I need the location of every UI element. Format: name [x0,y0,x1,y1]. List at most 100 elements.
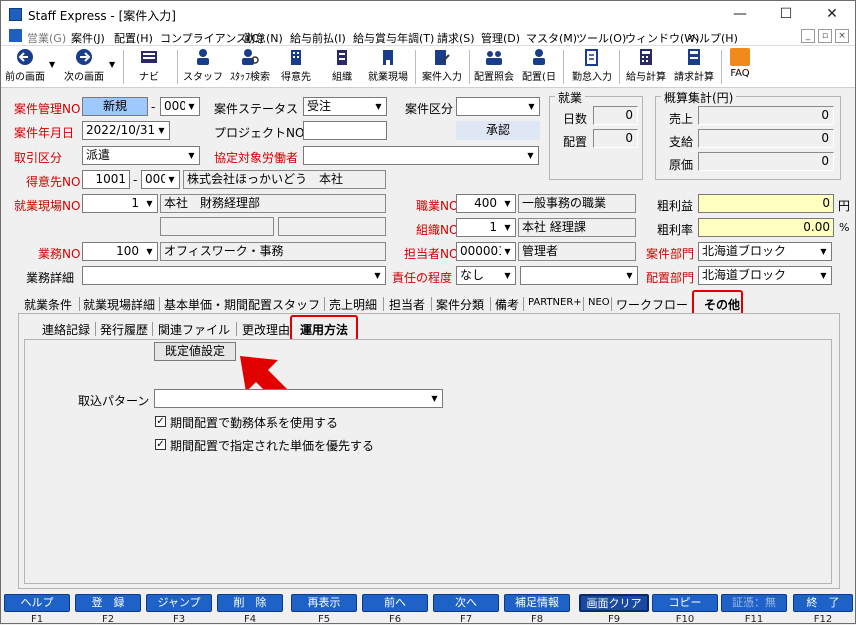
arrow-left-icon [17,49,33,65]
trade-select[interactable]: 派遣 ▼ [82,146,200,165]
f3-jump-button[interactable]: ジャンプ [146,594,212,612]
menu-salary[interactable]: 給与賞与年調(T) [353,30,434,46]
case-status-select[interactable]: 受注 ▼ [303,97,387,116]
work-detail-select[interactable]: ▼ [82,266,386,285]
job-no-select[interactable]: 400 ▼ [456,194,516,213]
customer-button[interactable]: 得意先 [277,48,315,86]
case-mgmt-field[interactable]: 新規 [82,97,148,116]
work-no-select[interactable]: 100 ▼ [82,242,158,261]
menu-case[interactable]: 案件(J) [71,30,105,46]
mdi-restore-icon[interactable]: ▫ [818,29,832,43]
tab-sales-detail[interactable]: 売上明細 [329,296,377,313]
menu-billing[interactable]: 請求(S) [437,30,475,46]
responsibility-value: なし [460,268,485,282]
f4-key-label: F4 [243,614,257,625]
staff-button[interactable]: スタッフ [183,48,223,86]
menu-attendance[interactable]: 勤怠(N) [244,30,283,46]
f5-refresh-button[interactable]: 再表示 [291,594,357,612]
customer-sub-select[interactable]: 000 ▼ [141,170,180,189]
case-mgmt-sub-select[interactable]: 000 ▼ [160,97,200,116]
menu-sales[interactable]: 営業(G) [27,30,66,46]
assign-dept-select[interactable]: 北海道ブロック ▼ [698,266,832,285]
payroll-button[interactable]: 給与計算 [623,48,669,86]
default-settings-button[interactable]: 既定値設定 [154,342,236,361]
back-dropdown-icon[interactable]: ▼ [49,60,55,69]
mdi-close-icon[interactable]: × [835,29,849,43]
person-no-select[interactable]: 000001 ▼ [456,242,516,261]
tab-work-conditions[interactable]: 就業条件 [24,296,72,313]
forward-dropdown-icon[interactable]: ▼ [109,60,115,69]
tab-partner[interactable]: PARTNER+ [528,297,582,308]
responsibility-select[interactable]: なし ▼ [456,266,516,285]
tab-separator [490,297,491,311]
assign-inquiry-button[interactable]: 配置照会 [473,48,515,86]
menu-help[interactable]: ヘルプ(H) [688,30,738,46]
subtab-renewal-reason[interactable]: 更改理由 [242,321,290,338]
staff-search-button[interactable]: ｽﾀｯﾌ検索 [227,48,273,86]
case-dept-select[interactable]: 北海道ブロック ▼ [698,242,832,261]
tab-case-class[interactable]: 案件分類 [436,296,484,313]
site-name-field: 本社 財務経理部 [160,194,386,213]
toolbar-separator [415,50,416,84]
window-title: Staff Express - [案件入力] [28,9,176,23]
maximize-icon[interactable]: ☐ [763,1,809,27]
organization-button[interactable]: 組織 [323,48,361,86]
sales-label: 売上 [669,112,694,126]
close-icon[interactable]: ✕ [809,1,855,27]
subtab-issue-history[interactable]: 発行履歴 [100,321,148,338]
f2-register-button[interactable]: 登 録 [75,594,141,612]
customer-name-field: 株式会社ほっかいどう 本社 [183,170,386,189]
import-pattern-select[interactable]: ▼ [154,389,443,408]
faq-button[interactable]: FAQ [725,48,755,86]
f11-evidence-button[interactable]: 証憑：無 [721,594,787,612]
f9-clear-button[interactable]: 画面クリア [579,594,649,612]
subtab-related-files[interactable]: 関連ファイル [158,321,230,338]
case-category-select[interactable]: ▼ [456,97,540,116]
subtab-contact-log[interactable]: 連絡記録 [42,321,90,338]
mdi-minimize-icon[interactable]: _ [801,29,815,43]
billing-calc-button[interactable]: 請求計算 [671,48,717,86]
case-entry-button[interactable]: 案件入力 [419,48,465,86]
tab-base-price[interactable]: 基本単価・期間配置スタッフ [164,296,320,313]
f12-exit-button[interactable]: 終 了 [793,594,853,612]
org-no-select[interactable]: 1 ▼ [456,218,516,237]
tab-separator [236,322,237,336]
tab-neo[interactable]: NEO [588,297,610,308]
agreement-select[interactable]: ▼ [303,146,539,165]
forward-button[interactable]: 次の画面 [61,48,107,86]
menu-assign[interactable]: 配置(H) [114,30,153,46]
project-field[interactable] [303,121,387,140]
menu-master[interactable]: マスタ(M) [526,30,577,46]
assign-inquiry-label: 配置照会 [474,72,514,83]
chevron-down-icon: ▼ [428,391,441,406]
worksite-button[interactable]: 就業現場 [365,48,411,86]
assign-daily-button[interactable]: 配置(日 [519,48,559,86]
site-no-select[interactable]: 1 ▼ [82,194,158,213]
f1-help-button[interactable]: ヘルプ [4,594,70,612]
tab-workflow[interactable]: ワークフロー [616,296,688,313]
work-system-checkbox[interactable]: ✓ [155,416,166,427]
f4-delete-button[interactable]: 削 除 [217,594,283,612]
tab-person[interactable]: 担当者 [389,296,425,313]
unit-price-checkbox[interactable]: ✓ [155,439,166,450]
navi-button[interactable]: ナビ [131,48,167,86]
f6-prev-button[interactable]: 前へ [362,594,428,612]
menu-tools[interactable]: ツール(O) [576,30,626,46]
f7-next-button[interactable]: 次へ [433,594,499,612]
site-no-value: 1 [131,196,139,210]
attendance-button[interactable]: 勤怠入力 [569,48,615,86]
tab-worksite-detail[interactable]: 就業現場詳細 [83,296,155,313]
menu-admin[interactable]: 管理(D) [481,30,520,46]
back-button[interactable]: 前の画面 [3,48,47,86]
customer-no-field[interactable]: 1001 [82,170,130,189]
tab-notes[interactable]: 備考 [495,296,519,313]
org-no-value: 1 [489,220,497,234]
f10-copy-button[interactable]: コピー [652,594,718,612]
menu-advance[interactable]: 給与前払(I) [290,30,346,46]
responsibility-sub-select[interactable]: ▼ [520,266,638,285]
case-dept-label: 案件部門 [646,247,695,261]
f8-supplement-button[interactable]: 補足情報 [504,594,570,612]
case-date-field[interactable]: 2022/10/31 ▼ [82,121,170,140]
customer-label: 得意先NO [26,175,81,189]
minimize-icon[interactable]: — [717,1,763,27]
